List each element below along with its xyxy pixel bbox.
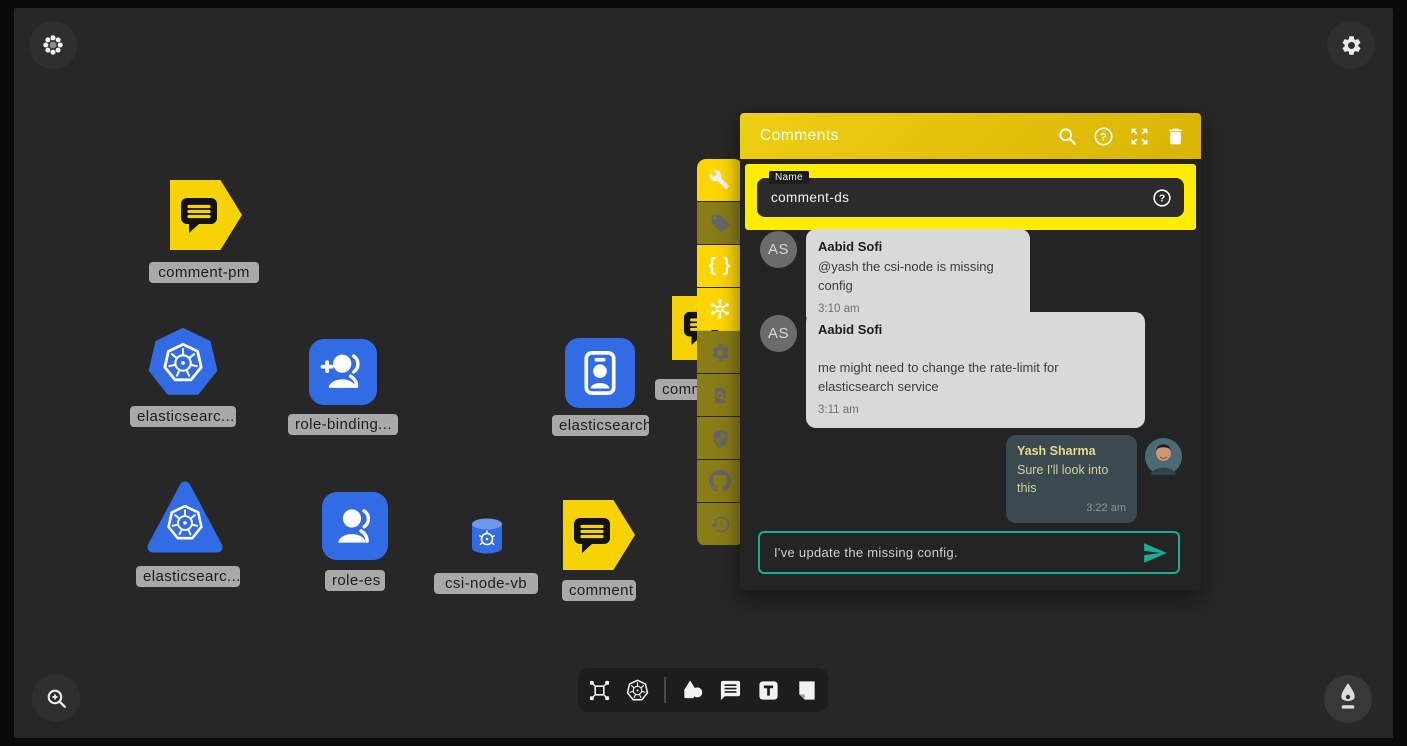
node-action-dock: { } xyxy=(697,159,743,546)
name-field-label: Name xyxy=(769,171,809,184)
flower-icon xyxy=(41,33,65,57)
comment-shape xyxy=(563,500,635,570)
github-icon xyxy=(709,470,731,492)
text-tool-icon[interactable] xyxy=(757,679,780,702)
shield-icon xyxy=(710,428,731,449)
avatar: AS xyxy=(760,231,797,268)
node-label: role-binding... xyxy=(288,414,398,435)
add-user-icon xyxy=(317,347,369,397)
zoom-button[interactable] xyxy=(32,674,80,722)
node-label: comment-pm xyxy=(149,262,259,283)
badge-icon xyxy=(568,341,632,405)
node-elasticsearch-heptagon[interactable]: elasticsearc... xyxy=(148,328,218,398)
kubernetes-triangle-shape xyxy=(146,478,224,556)
message-text: Sure I'll look into this xyxy=(1017,461,1126,497)
chat-bubble-icon xyxy=(572,516,612,554)
message-author: Aabid Sofi xyxy=(818,239,1018,254)
node-label: elasticsearch xyxy=(552,415,649,436)
message-time: 3:11 am xyxy=(818,404,1133,416)
role-binding-shape xyxy=(309,339,377,405)
settings-gear-icon xyxy=(1340,34,1363,57)
dock-item-shield[interactable] xyxy=(697,417,743,459)
name-field-block: Name xyxy=(745,164,1196,230)
node-elasticsearch-triangle[interactable]: elasticsearc... xyxy=(146,478,224,556)
braces-icon: { } xyxy=(708,255,731,277)
kubernetes-icon[interactable] xyxy=(626,679,649,702)
dock-item-history[interactable] xyxy=(697,503,743,545)
comment-shape xyxy=(170,180,242,250)
wrench-icon xyxy=(709,169,732,192)
name-input[interactable] xyxy=(757,190,1152,205)
dock-item-wrench[interactable] xyxy=(697,159,743,201)
settings-button[interactable] xyxy=(1327,21,1375,69)
message-time: 3:22 am xyxy=(1017,502,1126,514)
field-help-icon[interactable] xyxy=(1152,188,1172,208)
shapes-icon[interactable] xyxy=(681,679,704,702)
dock-item-gear[interactable] xyxy=(697,331,743,373)
chat-message: Yash Sharma Sure I'll look into this 3:2… xyxy=(1006,435,1137,523)
user-photo-avatar xyxy=(1145,438,1182,475)
comments-panel-header[interactable]: Comments xyxy=(740,113,1201,159)
panel-title: Comments xyxy=(760,127,1042,145)
pen-tool-button[interactable] xyxy=(1324,675,1372,723)
dock-item-doc-search[interactable] xyxy=(697,374,743,416)
chat-message: Aabid Sofi me might need to change the r… xyxy=(806,312,1145,428)
doc-search-icon xyxy=(710,385,731,406)
expand-icon[interactable] xyxy=(1129,126,1150,147)
message-author: Yash Sharma xyxy=(1017,444,1126,458)
help-icon[interactable] xyxy=(1093,126,1114,147)
message-text: me might need to change the rate-limit f… xyxy=(818,359,1133,397)
dock-item-github[interactable] xyxy=(697,460,743,502)
dock-item-tag[interactable] xyxy=(697,202,743,244)
note-tool-icon[interactable] xyxy=(795,679,818,702)
comment-composer xyxy=(758,531,1180,574)
comment-input[interactable] xyxy=(760,545,1142,560)
service-account-shape xyxy=(565,338,635,408)
gear-icon xyxy=(710,342,731,363)
search-icon[interactable] xyxy=(1057,126,1078,147)
chat-message: Aabid Sofi @yash the csi-node is missing… xyxy=(806,229,1030,325)
node-label: comment xyxy=(562,580,636,601)
node-label: role-es xyxy=(325,570,385,591)
message-author: Aabid Sofi xyxy=(818,322,1133,337)
shape-tools-dock xyxy=(578,668,828,712)
history-icon xyxy=(710,514,731,535)
message-text: @yash the csi-node is missing config xyxy=(818,258,1018,296)
send-icon[interactable] xyxy=(1142,540,1168,566)
comments-panel: Comments Name AS Aabid Sofi @yash the cs… xyxy=(740,113,1201,590)
node-label: csi-node-vb xyxy=(434,573,538,594)
cluster-flower-button[interactable] xyxy=(29,21,77,69)
zoom-in-icon xyxy=(44,686,69,711)
delete-icon[interactable] xyxy=(1165,126,1186,147)
node-label: elasticsearc... xyxy=(136,566,240,587)
dock-item-hub[interactable] xyxy=(697,288,743,330)
user-icon xyxy=(330,500,380,552)
role-shape xyxy=(322,492,388,560)
kubernetes-heptagon-shape xyxy=(148,328,218,398)
comment-tool-icon[interactable] xyxy=(719,679,742,702)
tag-icon xyxy=(710,213,731,234)
node-label: elasticsearc... xyxy=(130,406,236,427)
storage-cylinder-icon xyxy=(470,517,504,555)
dock-divider xyxy=(664,677,666,703)
dock-item-braces[interactable]: { } xyxy=(697,245,743,287)
chat-bubble-icon xyxy=(179,196,219,234)
infrastructure-icon[interactable] xyxy=(588,679,611,702)
pen-nib-icon xyxy=(1328,679,1368,719)
avatar: AS xyxy=(760,315,797,352)
name-field: Name xyxy=(757,178,1184,217)
node-csi-node-vb[interactable]: csi-node-vb xyxy=(470,517,504,555)
hub-icon xyxy=(708,297,732,321)
